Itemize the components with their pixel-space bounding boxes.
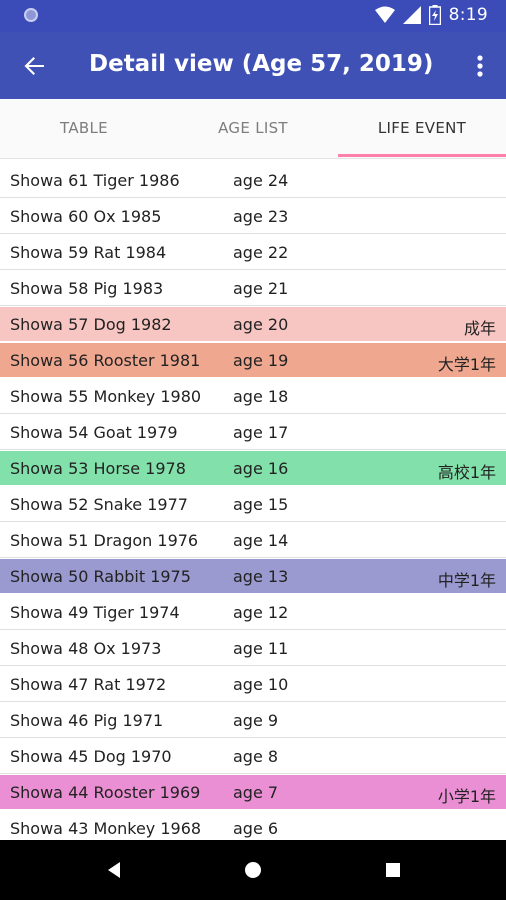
status-bar: 8:19: [0, 0, 506, 32]
list-item[interactable]: Showa 47 Rat 1972 age 10: [0, 667, 506, 702]
age-label: age 16: [233, 459, 289, 478]
list-item[interactable]: Showa 53 Horse 1978 age 16 高校1年: [0, 451, 506, 485]
nav-home-button[interactable]: [241, 858, 265, 882]
age-label: age 8: [233, 747, 279, 766]
era-year-label: Showa 47 Rat 1972: [10, 675, 167, 694]
life-event-label: 成年: [463, 319, 496, 338]
life-event-label: 大学1年: [437, 355, 496, 374]
age-label: age 7: [233, 783, 279, 802]
era-year-label: Showa 57 Dog 1982: [10, 315, 172, 334]
recents-square-icon: [386, 863, 400, 877]
nav-back-button[interactable]: [103, 858, 127, 882]
battery-icon: [428, 5, 441, 25]
era-year-label: Showa 59 Rat 1984: [10, 243, 167, 262]
age-label: age 24: [233, 171, 289, 190]
era-year-label: Showa 56 Rooster 1981: [10, 351, 201, 370]
tab-bar: TABLE AGE LIST LIFE EVENT: [0, 99, 506, 159]
list-item[interactable]: Showa 57 Dog 1982 age 20 成年: [0, 307, 506, 341]
nav-recents-button[interactable]: [381, 858, 405, 882]
era-year-label: Showa 58 Pig 1983: [10, 279, 164, 298]
era-year-label: Showa 45 Dog 1970: [10, 747, 172, 766]
age-label: age 15: [233, 495, 289, 514]
list-item[interactable]: Showa 55 Monkey 1980 age 18: [0, 379, 506, 414]
era-year-label: Showa 60 Ox 1985: [10, 207, 162, 226]
era-year-label: Showa 49 Tiger 1974: [10, 603, 180, 622]
age-label: age 18: [233, 387, 289, 406]
era-year-label: Showa 50 Rabbit 1975: [10, 567, 191, 586]
navigation-bar: [0, 840, 506, 900]
back-triangle-icon: [108, 862, 120, 878]
signal-icon: [402, 6, 421, 24]
age-label: age 10: [233, 675, 289, 694]
list-item[interactable]: Showa 60 Ox 1985 age 23: [0, 199, 506, 234]
life-event-label: 高校1年: [437, 463, 496, 482]
era-year-label: Showa 54 Goat 1979: [10, 423, 178, 442]
era-year-label: Showa 52 Snake 1977: [10, 495, 188, 514]
list-item[interactable]: Showa 54 Goat 1979 age 17: [0, 415, 506, 450]
age-label: age 21: [233, 279, 289, 298]
more-vert-icon: [477, 55, 483, 77]
list-item[interactable]: Showa 51 Dragon 1976 age 14: [0, 523, 506, 558]
wifi-icon: [374, 6, 395, 23]
tab-life-event[interactable]: LIFE EVENT: [338, 99, 506, 158]
list-item[interactable]: Showa 43 Monkey 1968 age 6: [0, 811, 506, 840]
list-item[interactable]: Showa 52 Snake 1977 age 15: [0, 487, 506, 522]
era-year-label: Showa 44 Rooster 1969: [10, 783, 201, 802]
age-label: age 13: [233, 567, 289, 586]
age-label: age 9: [233, 711, 279, 730]
list-item[interactable]: Showa 61 Tiger 1986 age 24: [0, 163, 506, 198]
era-year-label: Showa 55 Monkey 1980: [10, 387, 202, 406]
list-item[interactable]: Showa 50 Rabbit 1975 age 13 中学1年: [0, 559, 506, 593]
age-label: age 6: [233, 819, 279, 838]
arrow-back-icon: [24, 57, 44, 75]
tab-table[interactable]: TABLE: [0, 99, 168, 158]
status-time: 8:19: [448, 5, 488, 25]
age-label: age 12: [233, 603, 289, 622]
list-item[interactable]: Showa 56 Rooster 1981 age 19 大学1年: [0, 343, 506, 377]
era-year-label: Showa 53 Horse 1978: [10, 459, 186, 478]
home-circle-icon: [245, 862, 261, 878]
life-event-label: 小学1年: [437, 787, 496, 806]
tab-indicator: [338, 154, 506, 157]
age-label: age 23: [233, 207, 289, 226]
era-year-label: Showa 48 Ox 1973: [10, 639, 162, 658]
era-year-label: Showa 46 Pig 1971: [10, 711, 164, 730]
list-item[interactable]: Showa 46 Pig 1971 age 9: [0, 703, 506, 738]
tab-age-list[interactable]: AGE LIST: [169, 99, 337, 158]
list-item[interactable]: Showa 59 Rat 1984 age 22: [0, 235, 506, 270]
list-item[interactable]: Showa 44 Rooster 1969 age 7 小学1年: [0, 775, 506, 809]
list-item[interactable]: Showa 58 Pig 1983 age 21: [0, 271, 506, 306]
era-year-label: Showa 43 Monkey 1968: [10, 819, 202, 838]
era-year-label: Showa 51 Dragon 1976: [10, 531, 199, 550]
era-year-label: Showa 61 Tiger 1986: [10, 171, 180, 190]
age-label: age 14: [233, 531, 289, 550]
age-label: age 20: [233, 315, 289, 334]
status-icons: 8:19: [374, 5, 488, 25]
age-label: age 22: [233, 243, 289, 262]
app-bar: Detail view (Age 57, 2019): [0, 32, 506, 99]
back-button[interactable]: [18, 50, 50, 82]
overflow-menu-button[interactable]: [468, 50, 492, 82]
list-item[interactable]: Showa 48 Ox 1973 age 11: [0, 631, 506, 666]
life-event-list[interactable]: Showa 61 Tiger 1986 age 24 Showa 60 Ox 198…: [0, 163, 506, 840]
page-title: Detail view (Age 57, 2019): [89, 51, 434, 77]
age-label: age 17: [233, 423, 289, 442]
list-item[interactable]: Showa 45 Dog 1970 age 8: [0, 739, 506, 774]
list-item[interactable]: Showa 49 Tiger 1974 age 12: [0, 595, 506, 630]
life-event-label: 中学1年: [437, 571, 496, 590]
age-label: age 11: [233, 639, 289, 658]
notification-dot-icon: [24, 8, 38, 22]
age-label: age 19: [233, 351, 289, 370]
